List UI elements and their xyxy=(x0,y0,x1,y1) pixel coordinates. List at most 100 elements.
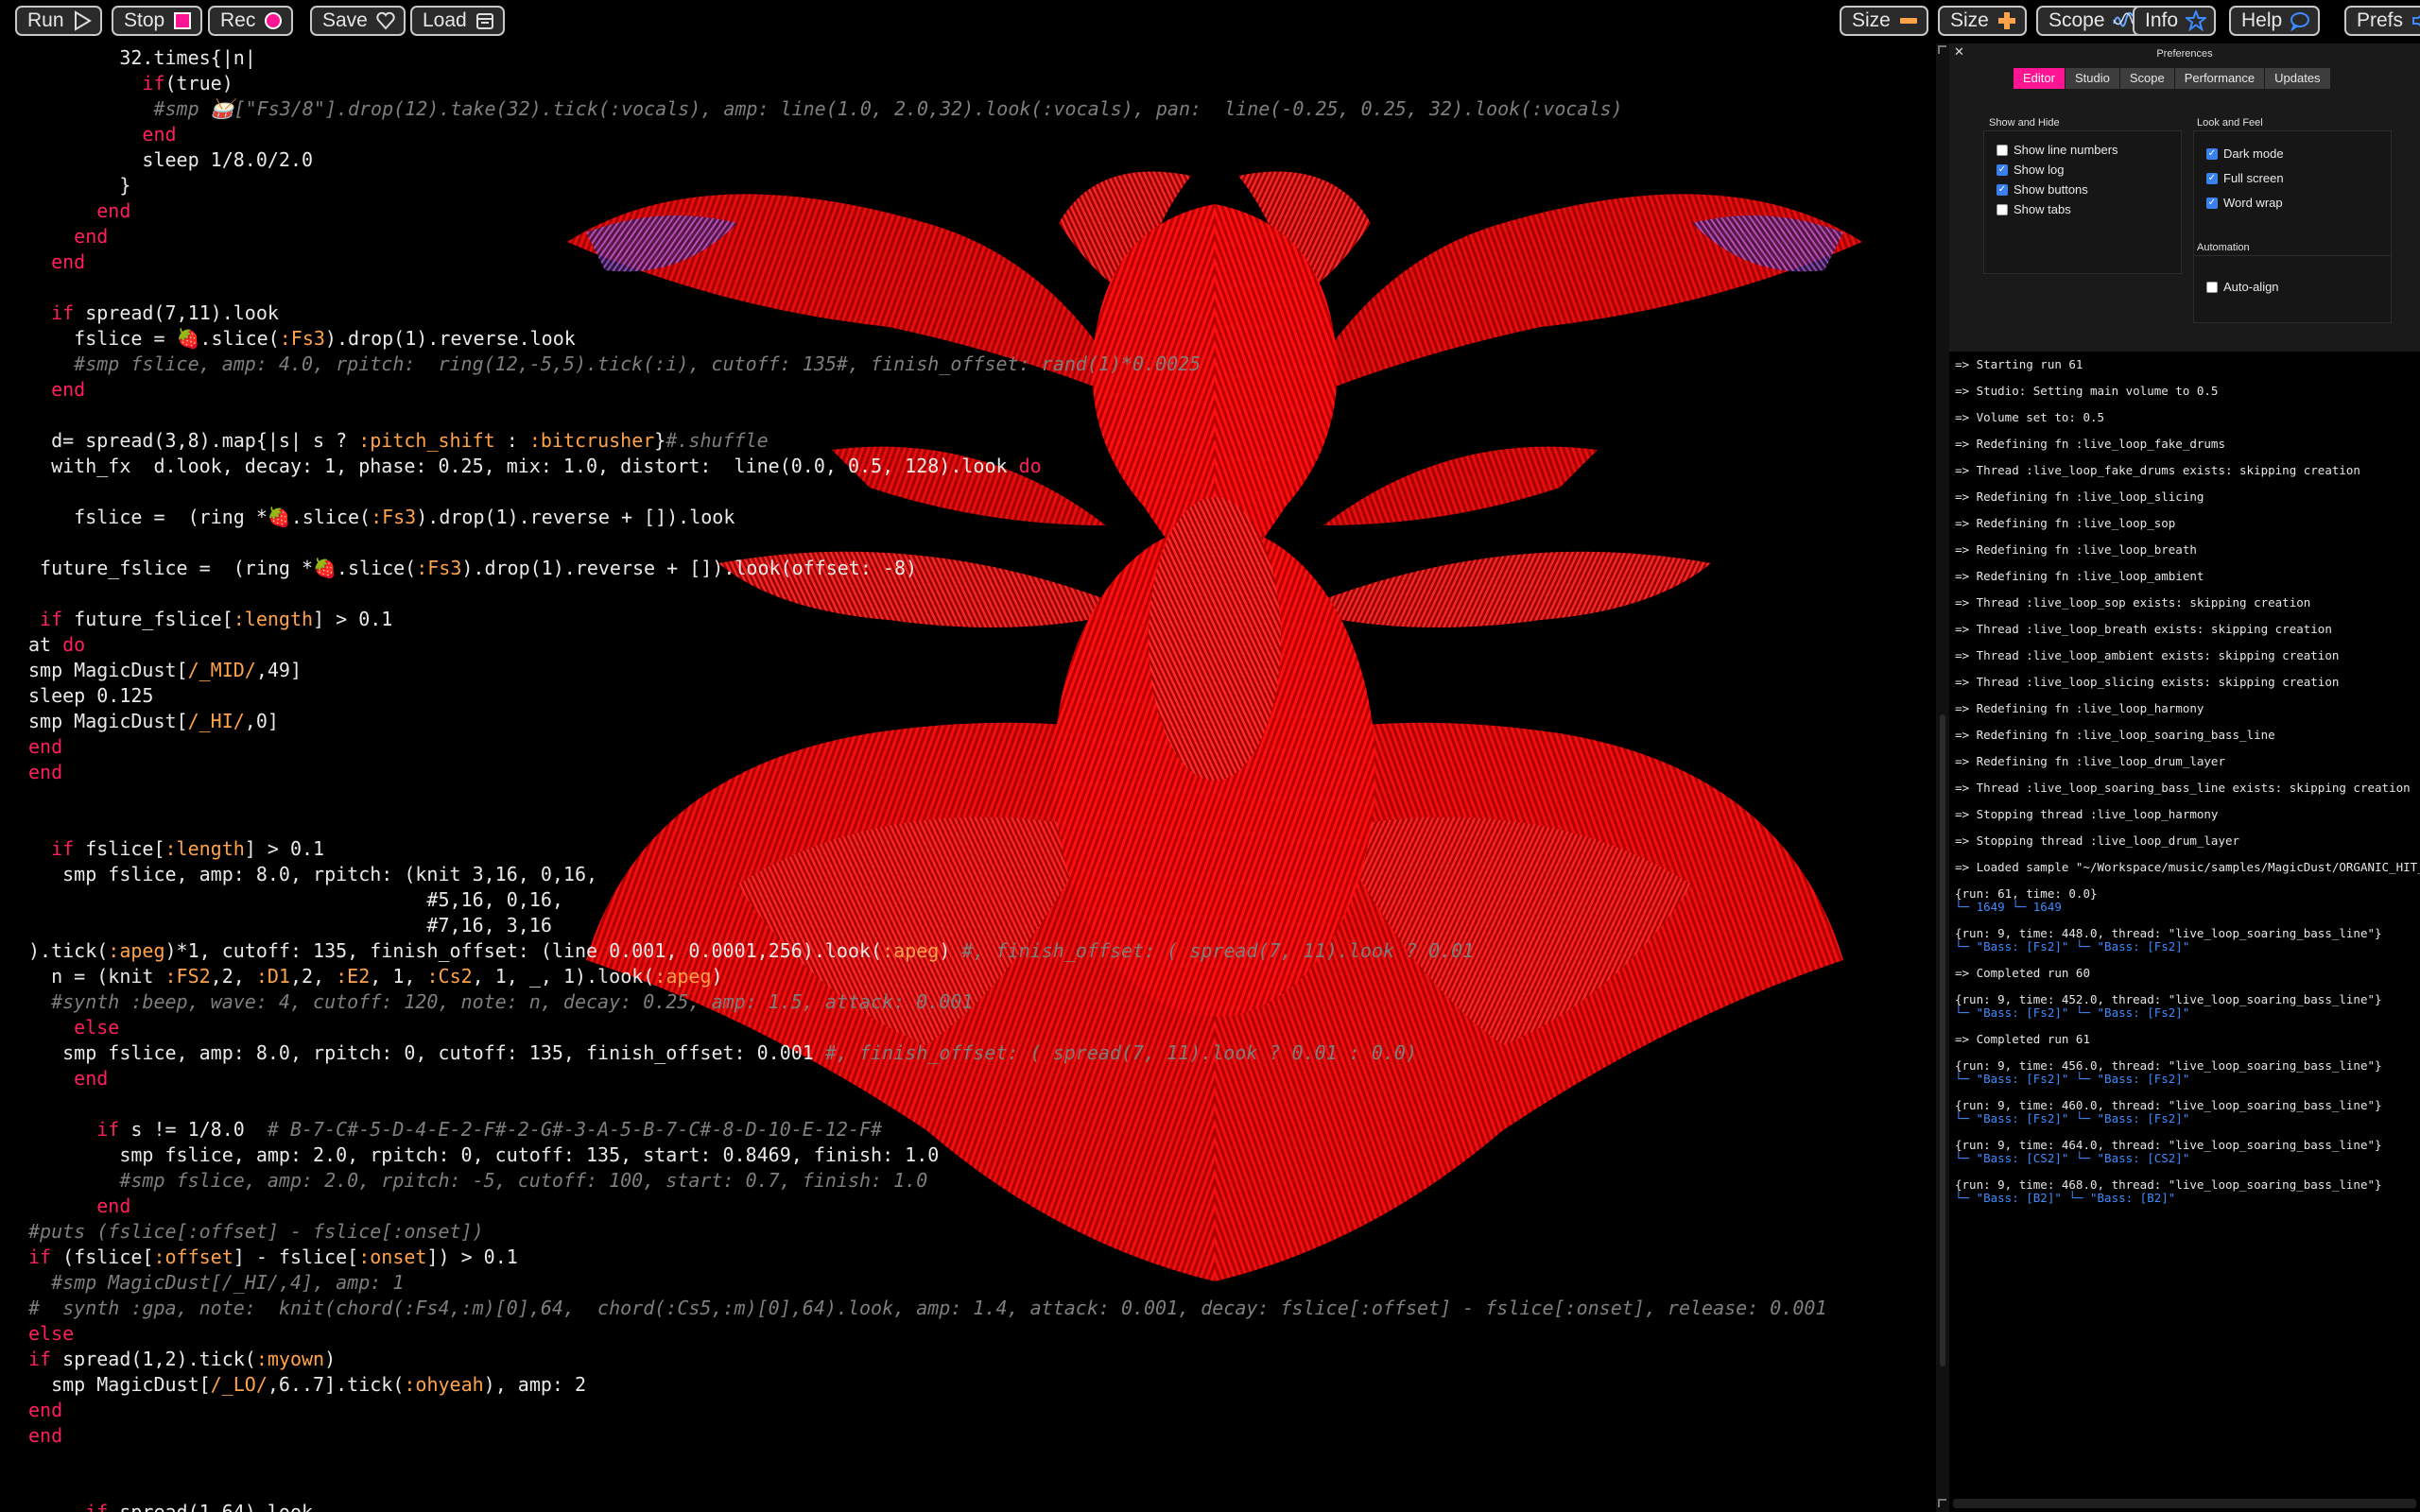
checkbox-unchecked-icon[interactable] xyxy=(2206,281,2218,293)
code-line[interactable]: sleep 0.125 xyxy=(28,683,1826,709)
code-line[interactable]: ).tick(:apeg)*1, cutoff: 135, finish_off… xyxy=(28,938,1826,964)
checkbox-checked-icon[interactable] xyxy=(1996,183,2008,196)
checkbox-checked-icon[interactable] xyxy=(2206,147,2218,160)
code-line[interactable]: smp MagicDust[/_LO/,6..7].tick(:ohyeah),… xyxy=(28,1372,1826,1398)
code-line[interactable]: 32.times{|n| xyxy=(28,45,1826,71)
checkbox-checked-icon[interactable] xyxy=(2206,172,2218,184)
code-line[interactable]: else xyxy=(28,1321,1826,1347)
code-line[interactable]: d= spread(3,8).map{|s| s ? :pitch_shift … xyxy=(28,428,1826,454)
code-line[interactable] xyxy=(28,530,1826,556)
size-increase-button[interactable]: Size xyxy=(1938,6,2027,36)
code-line[interactable]: smp fslice, amp: 2.0, rpitch: 0, cutoff:… xyxy=(28,1143,1826,1168)
code-line[interactable]: smp MagicDust[/_MID/,49] xyxy=(28,658,1826,683)
checkbox-show-tabs[interactable]: Show tabs xyxy=(1996,202,2071,216)
code-comment: #.shuffle xyxy=(666,429,769,452)
code-line[interactable]: end xyxy=(28,1423,1826,1449)
code-line[interactable]: if spread(1,2).tick(:myown) xyxy=(28,1347,1826,1372)
help-button[interactable]: Help xyxy=(2229,6,2321,36)
code-line[interactable]: # synth :gpa, note: knit(chord(:Fs4,:m)[… xyxy=(28,1296,1826,1321)
size-decrease-button[interactable]: Size xyxy=(1840,6,1928,36)
size-decrease-button-label: Size xyxy=(1852,9,1891,31)
code-text: smp fslice, amp: 8.0, rpitch: (knit 3,16… xyxy=(28,863,598,885)
code-line[interactable]: if s != 1/8.0 # B-7-C#-5-D-4-E-2-F#-2-G#… xyxy=(28,1117,1826,1143)
code-line[interactable]: end xyxy=(28,734,1826,760)
checkbox-show-buttons[interactable]: Show buttons xyxy=(1996,182,2088,197)
checkbox-word-wrap[interactable]: Word wrap xyxy=(2206,196,2283,210)
code-line[interactable]: with_fx d.look, decay: 1, phase: 0.25, m… xyxy=(28,454,1826,479)
checkbox-show-line-numbers[interactable]: Show line numbers xyxy=(1996,143,2118,157)
info-button[interactable]: Info xyxy=(2133,6,2217,36)
code-keyword: end xyxy=(28,250,86,273)
code-line[interactable]: fslice = 🍓.slice(:Fs3).drop(1).reverse.l… xyxy=(28,326,1826,352)
save-button[interactable]: Save xyxy=(310,6,406,36)
code-line[interactable]: if spread(7,11).look xyxy=(28,301,1826,326)
code-line[interactable]: #smp fslice, amp: 4.0, rpitch: ring(12,-… xyxy=(28,352,1826,377)
code-line[interactable] xyxy=(28,403,1826,428)
load-button[interactable]: Load xyxy=(410,6,505,36)
code-line[interactable]: if spread(1,64).look xyxy=(28,1500,1826,1512)
tab-updates[interactable]: Updates xyxy=(2265,68,2330,89)
code-line[interactable]: if fslice[:length] > 0.1 xyxy=(28,836,1826,862)
code-line[interactable]: end xyxy=(28,224,1826,249)
checkbox-unchecked-icon[interactable] xyxy=(1996,144,2008,156)
log-horizontal-scrollbar[interactable] xyxy=(1953,1499,2416,1508)
checkbox-show-log[interactable]: Show log xyxy=(1996,163,2064,177)
code-line[interactable]: #synth :beep, wave: 4, cutoff: 120, note… xyxy=(28,989,1826,1015)
code-line[interactable] xyxy=(28,479,1826,505)
code-line[interactable] xyxy=(28,1449,1826,1474)
code-editor[interactable]: 32.times{|n| if(true) #smp 🥁["Fs3/8"].dr… xyxy=(0,43,1936,1512)
code-line[interactable]: if (fslice[:offset] - fslice[:onset]) > … xyxy=(28,1245,1826,1270)
code-line[interactable]: #puts (fslice[:offset] - fslice[:onset]) xyxy=(28,1219,1826,1245)
code-line[interactable]: fslice = (ring *🍓.slice(:Fs3).drop(1).re… xyxy=(28,505,1826,530)
code-line[interactable]: #smp fslice, amp: 2.0, rpitch: -5, cutof… xyxy=(28,1168,1826,1194)
scope-button[interactable]: Scope xyxy=(2036,6,2143,36)
code-line[interactable]: smp fslice, amp: 8.0, rpitch: (knit 3,16… xyxy=(28,862,1826,887)
code-line[interactable]: end xyxy=(28,122,1826,147)
code-line[interactable] xyxy=(28,581,1826,607)
code-line[interactable]: future_fslice = (ring *🍓.slice(:Fs3).dro… xyxy=(28,556,1826,581)
code-line[interactable]: #5,16, 0,16, xyxy=(28,887,1826,913)
code-line[interactable]: end xyxy=(28,198,1826,224)
tab-editor[interactable]: Editor xyxy=(2014,68,2065,89)
editor-scrollbar[interactable] xyxy=(1936,43,1949,1512)
code-line[interactable]: smp MagicDust[/_HI/,0] xyxy=(28,709,1826,734)
tab-scope[interactable]: Scope xyxy=(2119,68,2174,89)
run-button[interactable]: Run xyxy=(15,6,102,36)
code-line[interactable]: #smp MagicDust[/_HI/,4], amp: 1 xyxy=(28,1270,1826,1296)
tab-studio[interactable]: Studio xyxy=(2065,68,2119,89)
editor-scroll-thumb[interactable] xyxy=(1940,714,1945,1366)
code-line[interactable]: else xyxy=(28,1015,1826,1040)
code-line[interactable] xyxy=(28,1474,1826,1500)
checkbox-checked-icon[interactable] xyxy=(2206,197,2218,209)
code-line[interactable]: end xyxy=(28,760,1826,785)
prefs-button[interactable]: Prefs xyxy=(2344,6,2420,36)
stop-button[interactable]: Stop xyxy=(112,6,203,36)
code-line[interactable] xyxy=(28,275,1826,301)
code-line[interactable]: end xyxy=(28,249,1826,275)
code-line[interactable]: sleep 1/8.0/2.0 xyxy=(28,147,1826,173)
code-line[interactable] xyxy=(28,811,1826,836)
code-line[interactable]: } xyxy=(28,173,1826,198)
rec-button[interactable]: Rec xyxy=(208,6,294,36)
code-line[interactable]: end xyxy=(28,1398,1826,1423)
code-line[interactable] xyxy=(28,1091,1826,1117)
code-line[interactable]: end xyxy=(28,1194,1826,1219)
code-line[interactable]: end xyxy=(28,1066,1826,1091)
code-line[interactable]: n = (knit :FS2,2, :D1,2, :E2, 1, :Cs2, 1… xyxy=(28,964,1826,989)
checkbox-full-screen[interactable]: Full screen xyxy=(2206,171,2284,185)
code-line[interactable] xyxy=(28,785,1826,811)
code-line[interactable]: at do xyxy=(28,632,1826,658)
checkbox-unchecked-icon[interactable] xyxy=(1996,203,2008,215)
code-buffer[interactable]: 32.times{|n| if(true) #smp 🥁["Fs3/8"].dr… xyxy=(28,45,1826,1512)
checkbox-dark-mode[interactable]: Dark mode xyxy=(2206,146,2284,161)
code-line[interactable]: smp fslice, amp: 8.0, rpitch: 0, cutoff:… xyxy=(28,1040,1826,1066)
code-line[interactable]: #smp 🥁["Fs3/8"].drop(12).take(32).tick(:… xyxy=(28,96,1826,122)
checkbox-checked-icon[interactable] xyxy=(1996,163,2008,176)
code-text: )*1, cutoff: 135, finish_offset: (line 0… xyxy=(164,939,883,962)
code-line[interactable]: if(true) xyxy=(28,71,1826,96)
tab-performance[interactable]: Performance xyxy=(2174,68,2265,89)
code-line[interactable]: if future_fslice[:length] > 0.1 xyxy=(28,607,1826,632)
code-line[interactable]: end xyxy=(28,377,1826,403)
checkbox-auto-align[interactable]: Auto-align xyxy=(2206,280,2279,294)
code-line[interactable]: #7,16, 3,16 xyxy=(28,913,1826,938)
